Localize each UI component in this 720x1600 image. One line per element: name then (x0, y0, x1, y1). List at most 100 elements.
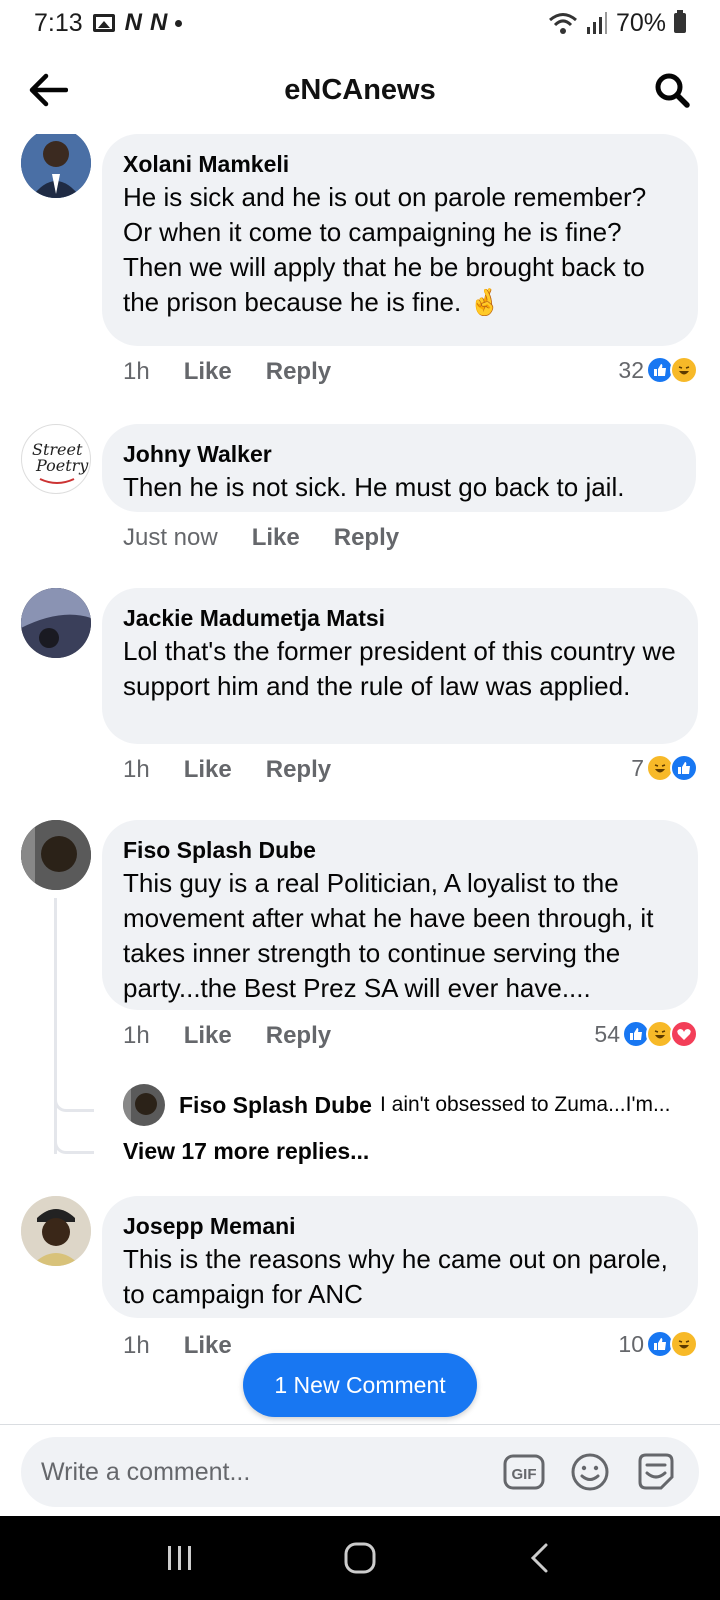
haha-reaction-icon (670, 356, 698, 384)
avatar-photo-icon (21, 820, 91, 890)
emoji-button[interactable] (567, 1449, 613, 1495)
comment-time: 1h (123, 1022, 150, 1049)
comment-input[interactable] (41, 1457, 481, 1487)
avatar[interactable] (21, 1196, 91, 1266)
comment-actions: 1h Like Reply (123, 756, 331, 784)
comment-time: 1h (123, 358, 150, 385)
avatar[interactable]: Street Poetry (21, 424, 91, 494)
comment-actions: Just now Like Reply (123, 524, 399, 552)
gallery-notification-icon (92, 14, 115, 32)
reaction-count: 54 (594, 1020, 620, 1047)
like-button[interactable]: Like (184, 756, 232, 784)
reply-button[interactable]: Reply (266, 358, 331, 386)
arrow-left-icon (29, 73, 68, 107)
like-button[interactable]: Like (184, 1022, 232, 1050)
avatar[interactable] (21, 820, 91, 890)
status-bar: 7:13 N N 70% (0, 0, 720, 46)
avatar-photo-icon (21, 588, 91, 658)
comment-bubble[interactable]: Josepp Memani This is the reasons why he… (102, 1196, 698, 1318)
back-button[interactable] (26, 68, 70, 112)
reply-preview[interactable]: Fiso Splash Dube I ain't obsessed to Zum… (123, 1084, 670, 1126)
reply-branch-line (54, 1094, 94, 1112)
comment-author[interactable]: Josepp Memani (123, 1212, 678, 1240)
sticker-icon (638, 1453, 674, 1490)
news-notification-icon: N (124, 9, 142, 36)
comment-time: 1h (123, 1332, 150, 1359)
more-notifications-dot-icon (175, 19, 183, 27)
reply-button[interactable]: Reply (334, 524, 399, 552)
like-button[interactable]: Like (184, 1332, 232, 1360)
reaction-count: 7 (631, 754, 644, 781)
comment-bubble[interactable]: Johny Walker Then he is not sick. He mus… (102, 424, 696, 512)
gif-icon: GIF (503, 1454, 545, 1490)
comment-text: This is the reasons why he came out on p… (123, 1244, 668, 1309)
wifi-icon (548, 13, 577, 34)
reply-author[interactable]: Fiso Splash Dube (179, 1092, 372, 1119)
reply-branch-line (54, 1136, 94, 1154)
comment-composer-bar: GIF (0, 1424, 720, 1516)
reply-button[interactable]: Reply (266, 1022, 331, 1050)
home-icon (344, 1542, 376, 1574)
like-button[interactable]: Like (252, 524, 300, 552)
system-back-button[interactable] (510, 1528, 570, 1588)
avatar[interactable] (21, 588, 91, 658)
reaction-count: 32 (618, 356, 644, 383)
battery-icon (674, 10, 686, 33)
like-reaction-icon (670, 754, 698, 782)
search-button[interactable] (650, 68, 694, 112)
comment-text: This guy is a real Politician, A loyalis… (123, 868, 654, 1003)
smiley-icon (571, 1453, 609, 1491)
comment-time: Just now (123, 524, 218, 551)
comment-actions: 1h Like Reply (123, 358, 331, 386)
reaction-count: 10 (618, 1330, 644, 1357)
comment-actions: 1h Like (123, 1332, 266, 1360)
sticker-button[interactable] (633, 1449, 679, 1495)
search-icon (655, 73, 690, 108)
view-more-replies-link[interactable]: View 17 more replies... (123, 1138, 369, 1165)
status-time: 7:13 (34, 8, 83, 37)
reply-text: I ain't obsessed to Zuma...I'm... (379, 1093, 671, 1116)
recent-apps-icon (168, 1546, 191, 1570)
comments-list[interactable]: Xolani Mamkeli He is sick and he is out … (0, 134, 720, 1424)
reaction-summary[interactable]: 32 (618, 356, 698, 384)
battery-percent: 70% (615, 8, 666, 37)
recent-apps-button[interactable] (150, 1528, 210, 1588)
comment-author[interactable]: Fiso Splash Dube (123, 836, 678, 864)
comment-author[interactable]: Jackie Madumetja Matsi (123, 604, 678, 632)
reply-button[interactable]: Reply (266, 756, 331, 784)
comment-bubble[interactable]: Fiso Splash Dube This guy is a real Poli… (102, 820, 698, 1010)
avatar-photo-icon (21, 1196, 91, 1266)
signal-icon (586, 12, 607, 34)
system-navigation-bar (0, 1516, 720, 1600)
avatar[interactable] (21, 134, 91, 198)
comment-bubble[interactable]: Jackie Madumetja Matsi Lol that's the fo… (102, 588, 698, 744)
news-notification-icon-2: N (150, 9, 167, 36)
comment-text: He is sick and he is out on parole remem… (123, 182, 647, 317)
home-button[interactable] (330, 1528, 390, 1588)
comment-author[interactable]: Johny Walker (123, 440, 676, 468)
comment-composer: GIF (21, 1437, 699, 1507)
gif-button[interactable]: GIF (501, 1449, 547, 1495)
new-comment-button[interactable]: 1 New Comment (243, 1353, 477, 1417)
love-reaction-icon (670, 1020, 698, 1048)
reaction-summary[interactable]: 54 (594, 1020, 698, 1048)
reaction-summary[interactable]: 10 (618, 1330, 698, 1358)
comment-author[interactable]: Xolani Mamkeli (123, 150, 678, 178)
page-header: eNCAnews (0, 46, 720, 134)
reaction-summary[interactable]: 7 (631, 754, 698, 782)
comment-actions: 1h Like Reply (123, 1022, 331, 1050)
comment-text: Lol that's the former president of this … (123, 636, 676, 701)
haha-reaction-icon (670, 1330, 698, 1358)
reply-avatar[interactable] (123, 1084, 165, 1126)
chevron-left-icon (530, 1543, 548, 1573)
comment-time: 1h (123, 756, 150, 783)
comment-bubble[interactable]: Xolani Mamkeli He is sick and he is out … (102, 134, 698, 346)
gif-label: GIF (512, 1466, 537, 1483)
comment-text: Then he is not sick. He must go back to … (123, 472, 625, 502)
svg-text:Poetry: Poetry (35, 456, 89, 475)
thread-line (54, 898, 57, 1154)
avatar-photo-icon (123, 1084, 165, 1126)
avatar-photo-icon (21, 134, 91, 198)
avatar-logo-icon: Street Poetry (32, 440, 89, 484)
like-button[interactable]: Like (184, 358, 232, 386)
